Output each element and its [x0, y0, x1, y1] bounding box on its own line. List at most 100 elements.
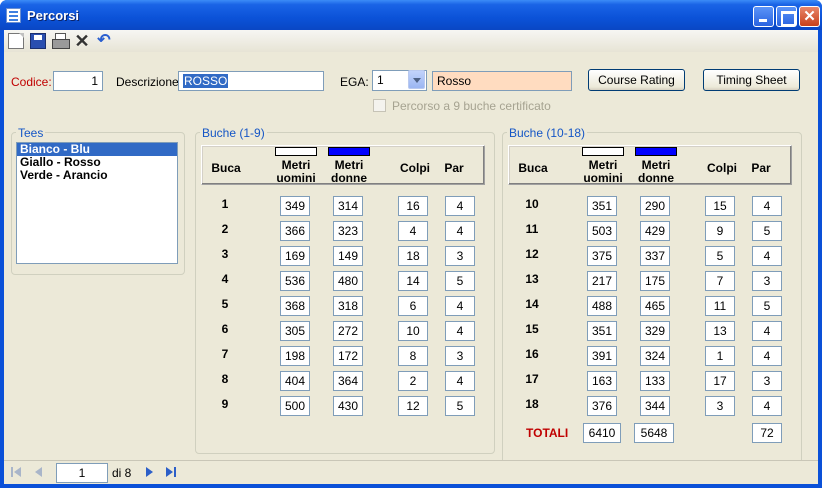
new-icon[interactable]: [8, 33, 24, 49]
women-distance-field[interactable]: 318: [333, 296, 363, 316]
women-distance-field[interactable]: 465: [640, 296, 670, 316]
stroke-index-field[interactable]: 15: [705, 196, 735, 216]
maximize-button[interactable]: [776, 6, 797, 27]
par-field[interactable]: 5: [752, 221, 782, 241]
stroke-index-field[interactable]: 2: [398, 371, 428, 391]
men-distance-field[interactable]: 198: [280, 346, 310, 366]
par-field[interactable]: 4: [752, 396, 782, 416]
par-field[interactable]: 5: [752, 296, 782, 316]
stroke-index-field[interactable]: 9: [705, 221, 735, 241]
men-distance-field[interactable]: 536: [280, 271, 310, 291]
men-distance-field[interactable]: 391: [587, 346, 617, 366]
par-field[interactable]: 4: [752, 196, 782, 216]
par-field[interactable]: 3: [752, 271, 782, 291]
ega-color-field[interactable]: Rosso: [432, 71, 572, 91]
tees-item[interactable]: Verde - Arancio: [17, 169, 177, 182]
timing-sheet-button[interactable]: Timing Sheet: [703, 69, 800, 91]
par-field[interactable]: 4: [445, 371, 475, 391]
tees-listbox[interactable]: Bianco - Blu Giallo - Rosso Verde - Aran…: [16, 142, 178, 264]
women-distance-field[interactable]: 337: [640, 246, 670, 266]
chevron-down-icon[interactable]: [408, 70, 425, 89]
par-field[interactable]: 3: [445, 246, 475, 266]
stroke-index-field[interactable]: 16: [398, 196, 428, 216]
women-total-field[interactable]: 5648: [634, 423, 674, 443]
par-field[interactable]: 4: [752, 246, 782, 266]
women-distance-field[interactable]: 272: [333, 321, 363, 341]
women-distance-field[interactable]: 324: [640, 346, 670, 366]
codice-field[interactable]: 1: [53, 71, 103, 91]
stroke-index-field[interactable]: 4: [398, 221, 428, 241]
men-distance-field[interactable]: 163: [587, 371, 617, 391]
stroke-index-field[interactable]: 7: [705, 271, 735, 291]
certified-checkbox[interactable]: [373, 99, 386, 112]
delete-icon[interactable]: ✕: [74, 32, 90, 50]
stroke-index-field[interactable]: 1: [705, 346, 735, 366]
men-distance-field[interactable]: 500: [280, 396, 310, 416]
descrizione-field[interactable]: ROSSO: [178, 71, 324, 91]
record-position-field[interactable]: 1: [56, 463, 108, 483]
par-field[interactable]: 4: [752, 321, 782, 341]
par-field[interactable]: 4: [445, 296, 475, 316]
men-distance-field[interactable]: 351: [587, 321, 617, 341]
course-rating-button[interactable]: Course Rating: [588, 69, 685, 91]
women-distance-field[interactable]: 314: [333, 196, 363, 216]
men-distance-field[interactable]: 351: [587, 196, 617, 216]
first-record-icon[interactable]: [10, 465, 24, 479]
last-record-icon[interactable]: [164, 465, 178, 479]
par-field[interactable]: 4: [445, 321, 475, 341]
men-distance-field[interactable]: 366: [280, 221, 310, 241]
par-field[interactable]: 3: [445, 346, 475, 366]
close-button[interactable]: ✕: [799, 6, 820, 27]
men-distance-field[interactable]: 349: [280, 196, 310, 216]
par-field[interactable]: 4: [445, 221, 475, 241]
men-distance-field[interactable]: 488: [587, 296, 617, 316]
stroke-index-field[interactable]: 17: [705, 371, 735, 391]
save-icon[interactable]: [30, 33, 46, 49]
women-distance-field[interactable]: 290: [640, 196, 670, 216]
stroke-index-field[interactable]: 11: [705, 296, 735, 316]
print-icon[interactable]: [52, 33, 70, 49]
par-field[interactable]: 4: [752, 346, 782, 366]
women-distance-field[interactable]: 133: [640, 371, 670, 391]
women-distance-field[interactable]: 323: [333, 221, 363, 241]
undo-icon[interactable]: ↶: [96, 33, 112, 49]
stroke-index-field[interactable]: 12: [398, 396, 428, 416]
women-distance-field[interactable]: 329: [640, 321, 670, 341]
par-field[interactable]: 4: [445, 196, 475, 216]
stroke-index-field[interactable]: 3: [705, 396, 735, 416]
men-distance-field[interactable]: 375: [587, 246, 617, 266]
men-distance-field[interactable]: 503: [587, 221, 617, 241]
stroke-index-field[interactable]: 8: [398, 346, 428, 366]
par-field[interactable]: 5: [445, 396, 475, 416]
close-icon: ✕: [803, 8, 816, 25]
par-field[interactable]: 3: [752, 371, 782, 391]
men-distance-field[interactable]: 368: [280, 296, 310, 316]
women-distance-field[interactable]: 172: [333, 346, 363, 366]
par-field[interactable]: 5: [445, 271, 475, 291]
next-record-icon[interactable]: [142, 465, 156, 479]
minimize-button[interactable]: [753, 6, 774, 27]
prev-record-icon[interactable]: [32, 465, 46, 479]
women-distance-field[interactable]: 149: [333, 246, 363, 266]
front9-caption: Buche (1-9): [200, 126, 267, 140]
stroke-index-field[interactable]: 14: [398, 271, 428, 291]
women-distance-field[interactable]: 480: [333, 271, 363, 291]
stroke-index-field[interactable]: 5: [705, 246, 735, 266]
men-distance-field[interactable]: 305: [280, 321, 310, 341]
women-distance-field[interactable]: 344: [640, 396, 670, 416]
women-distance-field[interactable]: 364: [333, 371, 363, 391]
stroke-index-field[interactable]: 13: [705, 321, 735, 341]
women-distance-field[interactable]: 175: [640, 271, 670, 291]
stroke-index-field[interactable]: 6: [398, 296, 428, 316]
men-total-field[interactable]: 6410: [583, 423, 621, 443]
par-total-field[interactable]: 72: [752, 423, 782, 443]
men-distance-field[interactable]: 376: [587, 396, 617, 416]
women-distance-field[interactable]: 429: [640, 221, 670, 241]
men-distance-field[interactable]: 217: [587, 271, 617, 291]
men-distance-field[interactable]: 169: [280, 246, 310, 266]
title-bar[interactable]: Percorsi ✕: [0, 0, 822, 30]
stroke-index-field[interactable]: 10: [398, 321, 428, 341]
stroke-index-field[interactable]: 18: [398, 246, 428, 266]
men-distance-field[interactable]: 404: [280, 371, 310, 391]
women-distance-field[interactable]: 430: [333, 396, 363, 416]
